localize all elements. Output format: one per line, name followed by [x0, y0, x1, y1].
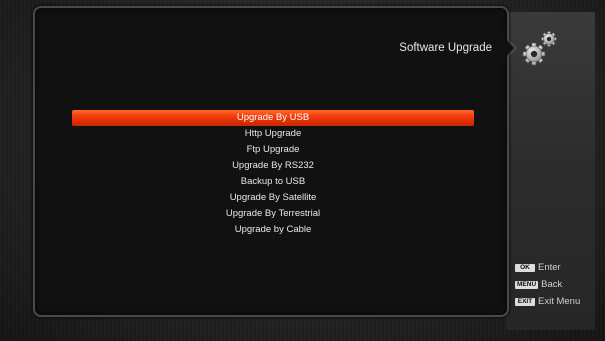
menu-item-backup-to-usb[interactable]: Backup to USB [72, 174, 474, 190]
menu-item-upgrade-by-satellite[interactable]: Upgrade By Satellite [72, 190, 474, 206]
page-title: Software Upgrade [399, 42, 492, 54]
menu-key-icon: MENU [515, 280, 539, 289]
ok-key-icon: OK [515, 263, 535, 272]
legend-label: Enter [538, 262, 561, 273]
menu-item-upgrade-by-usb[interactable]: Upgrade By USB [72, 110, 474, 126]
menu-item-upgrade-by-cable[interactable]: Upgrade by Cable [72, 222, 474, 238]
legend-label: Exit Menu [538, 296, 581, 307]
legend-exit: EXIT Exit Menu [515, 293, 605, 310]
legend-back: MENU Back [515, 276, 605, 293]
legend-enter: OK Enter [515, 259, 605, 276]
gears-icon [522, 31, 557, 66]
upgrade-menu: Upgrade By USB Http Upgrade Ftp Upgrade … [72, 110, 474, 238]
legend-label: Back [541, 279, 563, 290]
exit-key-icon: EXIT [515, 297, 535, 306]
panel-pointer [503, 36, 514, 60]
menu-item-http-upgrade[interactable]: Http Upgrade [72, 126, 474, 142]
menu-item-upgrade-by-rs232[interactable]: Upgrade By RS232 [72, 158, 474, 174]
menu-item-upgrade-by-terrestrial[interactable]: Upgrade By Terrestrial [72, 206, 474, 222]
key-legend: OK Enter MENU Back EXIT Exit Menu [515, 259, 605, 310]
menu-item-ftp-upgrade[interactable]: Ftp Upgrade [72, 142, 474, 158]
